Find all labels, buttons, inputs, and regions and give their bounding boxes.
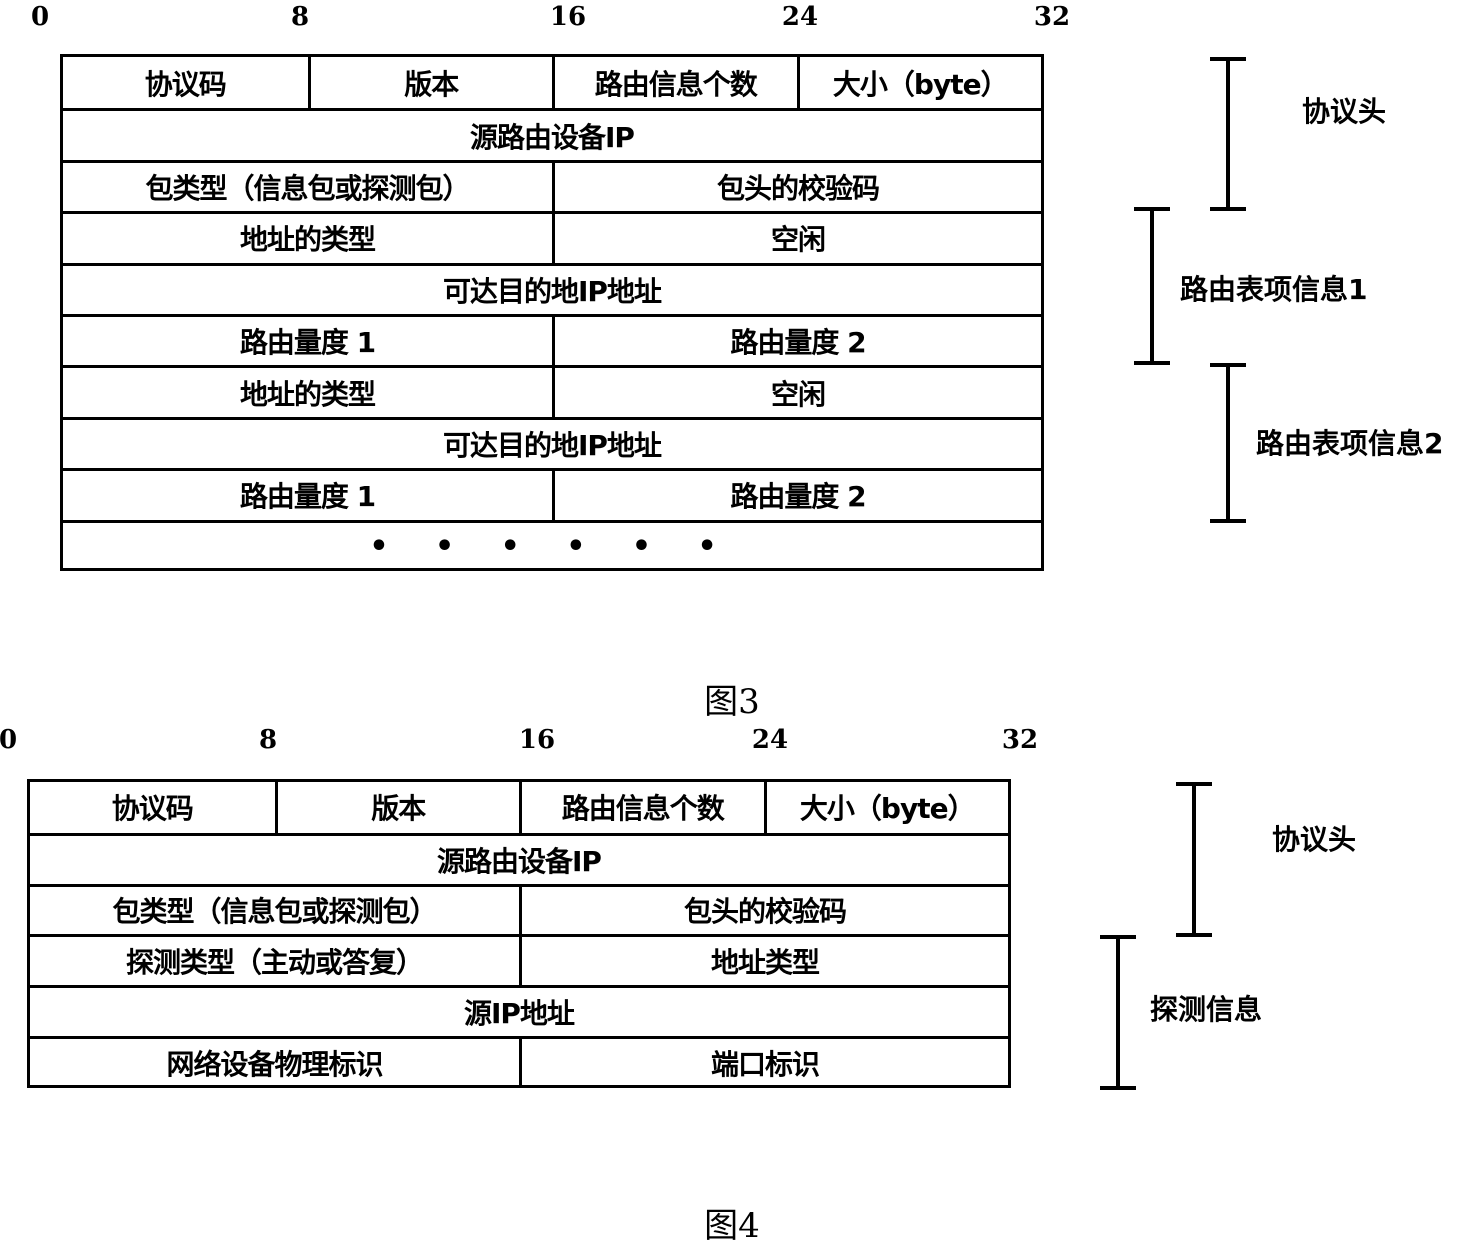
bit-tick: 32 (1033, 2, 1071, 32)
bit-tick: 32 (1001, 725, 1039, 755)
figure-caption: 图3 (704, 682, 760, 722)
bracket-probe-info (1100, 935, 1136, 1090)
bracket-label: 探测信息 (1150, 993, 1263, 1026)
field-cell: 版本 (274, 782, 520, 833)
field-cell: 地址类型 (519, 937, 1008, 986)
probe-packet-format-table: 协议码 版本 路由信息个数 大小（byte） 源路由设备IP 包类型（信息包或探测包） 包头… (27, 779, 1011, 1088)
bracket-route-entry-2 (1210, 363, 1246, 523)
table-row: 包类型（信息包或探测包） 包头的校验码 (63, 159, 1041, 212)
figure-caption: 图4 (704, 1206, 760, 1246)
table-row: 源路由设备IP (63, 108, 1041, 159)
field-cell: 包类型（信息包或探测包） (112, 895, 437, 929)
bit-tick: 24 (751, 725, 789, 755)
table-row: 可达目的地IP地址 (63, 416, 1041, 468)
field-cell: 路由信息个数 (552, 57, 797, 109)
bit-tick: 24 (781, 2, 819, 32)
bit-tick: 8 (258, 725, 278, 755)
packet-format-table: 协议码 版本 路由信息个数 大小（byte） 源路由设备IP 包类型（信息包或探测包） 包头… (60, 54, 1044, 571)
table-row: • • • • • • (63, 519, 1041, 571)
field-cell: 包头的校验码 (519, 886, 1008, 935)
table-row: 包类型（信息包或探测包） 包头的校验码 (30, 883, 1008, 935)
field-cell: 路由信息个数 (519, 782, 764, 833)
field-cell: 可达目的地IP地址 (443, 274, 662, 308)
field-cell: 包头的校验码 (552, 162, 1041, 212)
bit-tick: 16 (518, 725, 556, 755)
bracket-protocol-header (1210, 57, 1246, 211)
table-row: 地址的类型 空闲 (63, 211, 1041, 263)
table-row: 地址的类型 空闲 (63, 365, 1041, 417)
field-cell: 源IP地址 (464, 997, 575, 1031)
field-cell: 源路由设备IP (470, 120, 635, 154)
table-row: 协议码 版本 路由信息个数 大小（byte） (63, 57, 1042, 109)
bracket-label: 协议头 (1272, 823, 1357, 856)
field-cell: 包类型（信息包或探测包） (145, 171, 470, 205)
field-cell: 路由量度 2 (552, 317, 1041, 366)
field-cell: 版本 (307, 57, 553, 109)
table-row: 网络设备物理标识 端口标识 (30, 1036, 1008, 1087)
field-cell: 大小（byte） (796, 57, 1042, 109)
field-cell: 空闲 (552, 368, 1041, 417)
field-cell: 地址的类型 (239, 223, 376, 257)
field-cell: • • • • • • (369, 529, 735, 565)
field-cell: 源路由设备IP (437, 844, 602, 878)
table-row: 源路由设备IP (30, 832, 1008, 884)
bit-tick: 16 (549, 2, 587, 32)
field-cell: 端口标识 (519, 1039, 1008, 1087)
field-cell: 路由量度 2 (552, 471, 1041, 520)
bit-tick: 0 (30, 2, 50, 32)
field-cell: 可达目的地IP地址 (443, 428, 662, 462)
field-cell: 大小（byte） (763, 782, 1009, 833)
field-cell: 路由量度 1 (239, 326, 376, 360)
field-cell: 协议码 (144, 67, 227, 101)
bit-tick: 0 (0, 725, 18, 755)
table-row: 路由量度 1 路由量度 2 (63, 468, 1041, 520)
bracket-protocol-header (1176, 782, 1212, 937)
table-row: 源IP地址 (30, 985, 1008, 1036)
bracket-label: 路由表项信息2 (1256, 427, 1444, 460)
field-cell: 空闲 (552, 214, 1041, 263)
table-row: 可达目的地IP地址 (63, 262, 1041, 314)
field-cell: 网络设备物理标识 (166, 1047, 383, 1081)
field-cell: 探测类型（主动或答复） (125, 946, 424, 980)
bit-tick: 8 (290, 2, 310, 32)
table-row: 探测类型（主动或答复） 地址类型 (30, 934, 1008, 986)
field-cell: 地址的类型 (239, 377, 376, 411)
bracket-route-entry-1 (1134, 207, 1170, 365)
field-cell: 协议码 (111, 792, 194, 826)
table-row: 协议码 版本 路由信息个数 大小（byte） (30, 782, 1008, 833)
table-row: 路由量度 1 路由量度 2 (63, 314, 1041, 366)
field-cell: 路由量度 1 (239, 480, 376, 514)
bracket-label: 路由表项信息1 (1180, 273, 1368, 306)
bracket-label: 协议头 (1302, 95, 1387, 128)
